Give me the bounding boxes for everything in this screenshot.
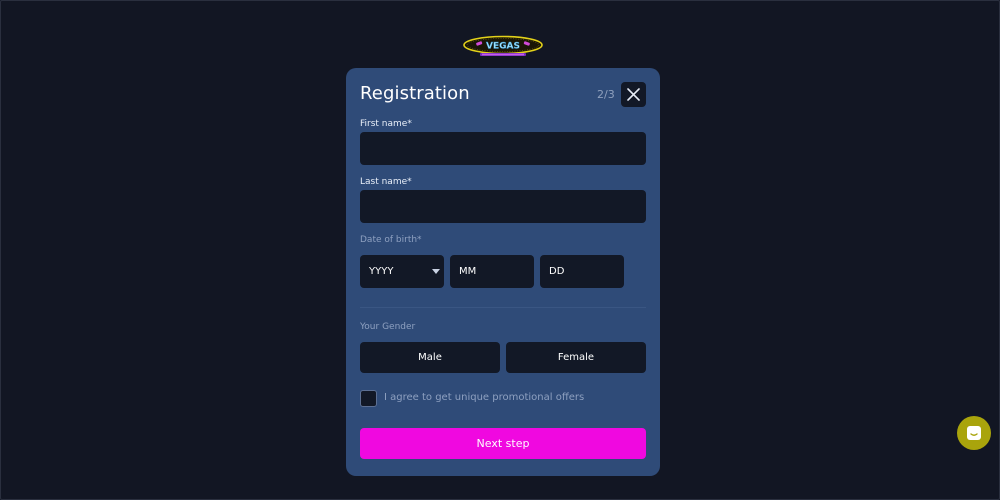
last-name-input[interactable] bbox=[360, 190, 646, 223]
modal-title: Registration bbox=[360, 83, 470, 104]
dob-day-input[interactable]: DD bbox=[540, 255, 624, 288]
next-step-label: Next step bbox=[476, 437, 530, 450]
last-name-label: Last name* bbox=[360, 177, 412, 187]
first-name-input[interactable] bbox=[360, 132, 646, 165]
dob-month-placeholder: MM bbox=[459, 266, 477, 277]
chevron-down-icon bbox=[432, 269, 440, 274]
dob-day-placeholder: DD bbox=[549, 266, 565, 277]
promo-checkbox-label[interactable]: I agree to get unique promotional offers bbox=[384, 392, 584, 403]
close-button[interactable] bbox=[621, 82, 646, 107]
close-icon bbox=[627, 88, 640, 101]
gender-female-button[interactable]: Female bbox=[506, 342, 646, 373]
dob-label: Date of birth* bbox=[360, 235, 422, 245]
gender-label: Your Gender bbox=[360, 322, 416, 332]
gender-female-label: Female bbox=[557, 352, 595, 363]
dob-month-input[interactable]: MM bbox=[450, 255, 534, 288]
next-step-button[interactable]: Next step bbox=[360, 428, 646, 459]
gender-male-label: Male bbox=[418, 352, 442, 363]
dob-year-select[interactable]: YYYY bbox=[360, 255, 444, 288]
step-indicator: 2/3 bbox=[597, 88, 615, 101]
chat-button[interactable] bbox=[957, 416, 991, 450]
first-name-label: First name* bbox=[360, 119, 412, 129]
casino-logo-icon[interactable]: VEGAS bbox=[462, 34, 544, 60]
dob-year-value: YYYY bbox=[369, 266, 394, 277]
divider bbox=[360, 307, 646, 308]
logo-text: VEGAS bbox=[486, 42, 520, 52]
registration-modal: Registration 2/3 First name* Last name* … bbox=[346, 68, 660, 476]
gender-male-button[interactable]: Male bbox=[360, 342, 500, 373]
promo-checkbox[interactable] bbox=[360, 390, 377, 407]
chat-icon bbox=[967, 426, 981, 440]
